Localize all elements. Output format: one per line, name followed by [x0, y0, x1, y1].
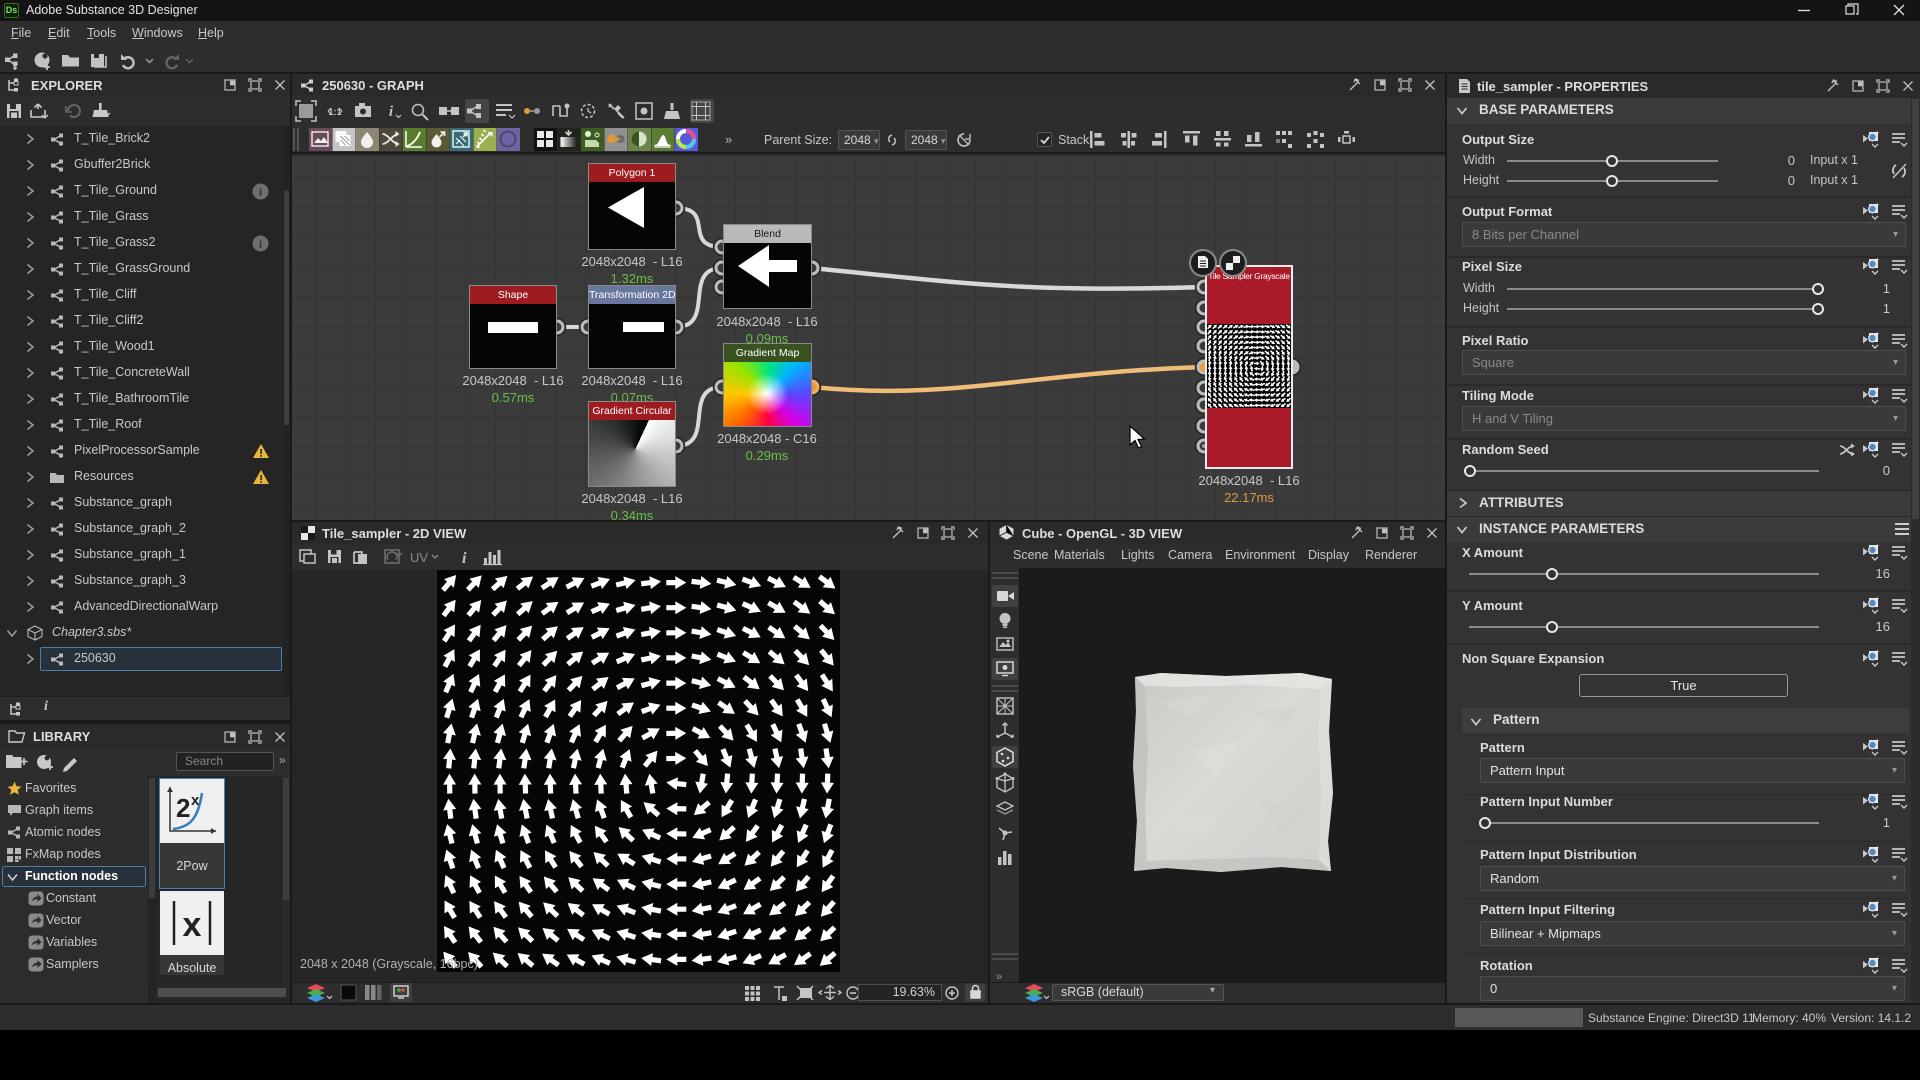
- svg-text:x: x: [183, 906, 202, 944]
- svg-text:UV: UV: [410, 550, 428, 565]
- svg-text:i: i: [259, 187, 262, 199]
- svg-text:2: 2: [176, 793, 190, 823]
- svg-text:i: i: [259, 239, 262, 251]
- svg-text:i: i: [389, 104, 394, 120]
- svg-text:x: x: [191, 792, 200, 809]
- svg-text:i: i: [462, 550, 467, 567]
